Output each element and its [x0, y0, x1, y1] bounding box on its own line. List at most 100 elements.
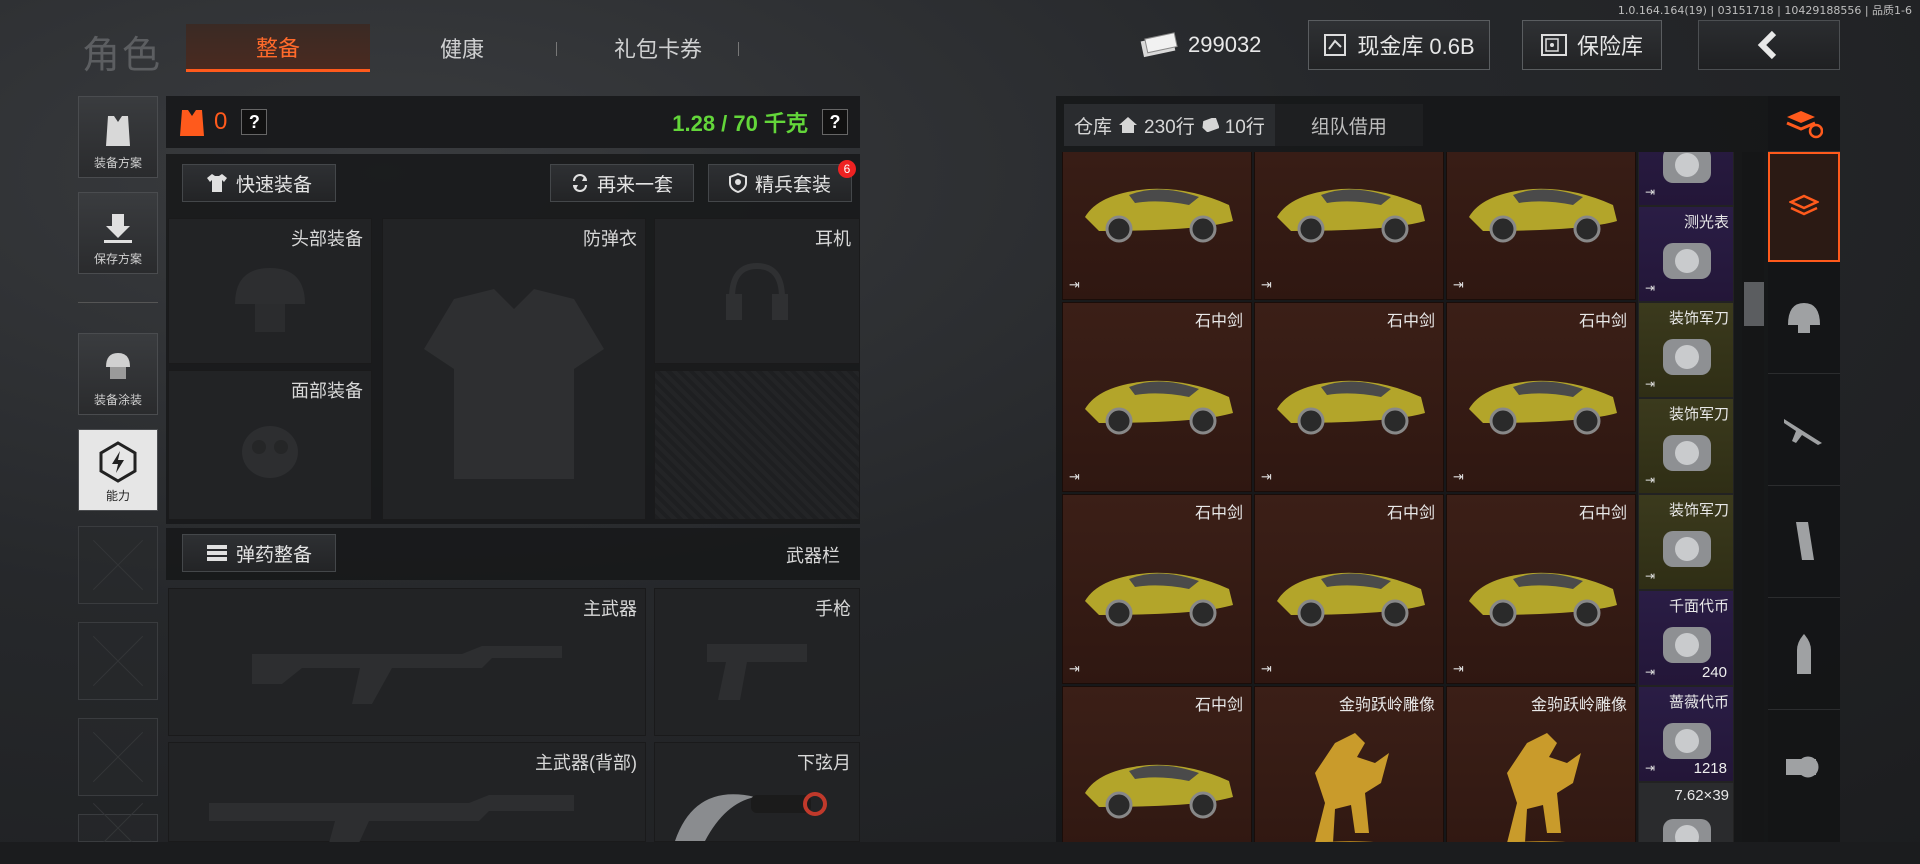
transfer-out-icon: ⇥	[1645, 761, 1656, 775]
rail-ammo[interactable]	[1768, 598, 1840, 710]
back-arrow-icon	[1757, 30, 1777, 60]
rail-helmet[interactable]	[1768, 262, 1840, 374]
safe-button[interactable]: 保险库	[1522, 20, 1662, 70]
tab-warehouse[interactable]: 仓库 230行 10行	[1064, 104, 1275, 146]
item-name: 装饰军刀	[1668, 310, 1729, 327]
body-armor-slot[interactable]: 防弹衣	[382, 218, 646, 520]
equipment-header: 0 ? 1.28 / 70 千克 ?	[166, 96, 860, 148]
warehouse-cell[interactable]: 金驹跃岭雕像⇥	[1254, 686, 1444, 842]
item-name: 装饰军刀	[1668, 502, 1729, 519]
warehouse-side-item[interactable]: 蔷薇代币 ⇥ 1218	[1638, 686, 1734, 782]
earphone-slot[interactable]: 耳机	[654, 218, 860, 364]
rail-attachment[interactable]	[1768, 710, 1840, 822]
bullet-icon	[1797, 633, 1811, 674]
rail-sort[interactable]	[1768, 96, 1840, 152]
gas-mask-icon	[242, 426, 298, 479]
warehouse-side-item[interactable]: 7.62×39⇥	[1638, 782, 1734, 842]
cash-icon	[1140, 32, 1178, 58]
transfer-out-icon: ⇥	[1453, 469, 1464, 484]
sidebar-empty-slot	[78, 814, 158, 842]
ammo-prep-button[interactable]: 弹药整备	[182, 534, 336, 572]
warehouse-side-item[interactable]: 银片手链⇥	[1638, 152, 1734, 206]
all-items-icon	[1789, 194, 1819, 216]
sidebar-item-skins[interactable]: 装备涂装	[78, 333, 158, 415]
weight-display: 1.28 / 70 千克	[672, 111, 808, 136]
item-thumb-icon	[1663, 339, 1711, 375]
rail-rifle[interactable]	[1768, 374, 1840, 486]
sidebar-item-save-plan[interactable]: 保存方案	[78, 192, 158, 274]
rail-magazine[interactable]	[1768, 486, 1840, 598]
again-label: 再来一套	[596, 174, 673, 196]
tab-divider	[556, 42, 557, 56]
ammo-stack-icon	[206, 545, 227, 561]
quick-equip-button[interactable]: 快速装备	[182, 164, 336, 202]
warehouse-cell[interactable]: 金驹跃岭雕像⇥	[1446, 686, 1636, 842]
warehouse-cell[interactable]: 石中剑⇥	[1254, 152, 1444, 300]
warehouse-cell[interactable]: 石中剑⇥	[1254, 494, 1444, 684]
item-thumb-icon	[1663, 152, 1711, 183]
warehouse-side-item[interactable]: 装饰军刀 ⇥	[1638, 494, 1734, 590]
warehouse-cell[interactable]: 石中剑⇥	[1446, 302, 1636, 492]
warehouse-side-item[interactable]: 测光表 ⇥	[1638, 206, 1734, 302]
money-display: 299032	[1140, 20, 1261, 70]
again-button[interactable]: 再来一套	[550, 164, 694, 202]
item-name: 金驹跃岭雕像	[1338, 697, 1435, 714]
transfer-out-icon: ⇥	[1645, 473, 1656, 487]
warehouse-cell[interactable]: 石中剑⇥	[1062, 494, 1252, 684]
warehouse-side-column: 银片手链⇥ 测光表 ⇥ 装饰军刀 ⇥ 装饰军刀 ⇥ 装饰军刀 ⇥ 千面代币 ⇥ 240 蔷薇代币 ⇥ 121…	[1638, 152, 1734, 842]
weight-help-icon[interactable]: ?	[822, 109, 848, 135]
warehouse-cell[interactable]: 石中剑⇥	[1062, 302, 1252, 492]
warehouse-side-item[interactable]: 千面代币 ⇥ 240	[1638, 590, 1734, 686]
sports-car-icon	[1469, 188, 1617, 243]
warehouse-cell[interactable]: 石中剑⇥	[1254, 302, 1444, 492]
empty-slot	[654, 370, 860, 520]
warehouse-cell[interactable]: 石中剑⇥	[1446, 494, 1636, 684]
body-armor-slot-label: 防弹衣	[583, 229, 637, 249]
head-slot[interactable]: 头部装备	[168, 218, 372, 364]
melee-label: 下弦月	[797, 753, 851, 773]
item-quantity: 240	[1701, 664, 1727, 681]
rifle-icon	[1784, 418, 1822, 445]
item-name: 石中剑	[1386, 313, 1435, 330]
pistol-slot[interactable]: 手枪	[654, 588, 860, 736]
earphone-slot-label: 耳机	[815, 229, 851, 249]
armor-count: 0	[214, 108, 228, 135]
transfer-out-icon: ⇥	[1069, 469, 1080, 484]
sidebar-item-loadout-plan[interactable]: 装备方案	[78, 96, 158, 178]
warehouse-side-item[interactable]: 装饰军刀 ⇥	[1638, 302, 1734, 398]
warehouse-cell[interactable]: 石中剑⇥	[1062, 152, 1252, 300]
item-thumb-icon	[1663, 819, 1711, 842]
ammo-prep-label: 弹药整备	[235, 544, 312, 566]
rail-all-items[interactable]	[1768, 152, 1840, 262]
sidebar-item-label: 能力	[105, 489, 130, 503]
warehouse-scroll-thumb[interactable]	[1744, 282, 1764, 326]
warehouse-cell[interactable]: 石中剑⇥	[1446, 152, 1636, 300]
sports-car-icon	[1469, 380, 1617, 435]
sidebar-divider	[78, 302, 158, 303]
primary-weapon-back-slot[interactable]: 主武器(背部)	[168, 742, 646, 843]
transfer-out-icon: ⇥	[1453, 277, 1464, 292]
tab-gift-coupons[interactable]: 礼包卡券	[566, 24, 750, 72]
sidebar-item-ability[interactable]: 能力	[78, 429, 158, 511]
golden-horse-statue-icon	[1507, 733, 1581, 842]
pistol-label: 手枪	[815, 599, 851, 619]
back-button[interactable]	[1698, 20, 1840, 70]
warehouse-side-item[interactable]: 装饰军刀 ⇥	[1638, 398, 1734, 494]
armor-help-icon[interactable]: ?	[241, 109, 268, 135]
warehouse-scrollbar[interactable]	[1742, 152, 1764, 842]
elite-set-button[interactable]: 精兵套装	[708, 164, 852, 202]
tab-health[interactable]: 健康	[384, 24, 540, 72]
face-slot[interactable]: 面部装备	[168, 370, 372, 520]
head-slot-label: 头部装备	[291, 229, 363, 249]
sort-layers-icon	[1786, 110, 1823, 138]
item-thumb-icon	[1663, 243, 1711, 279]
item-name: 石中剑	[1194, 697, 1243, 714]
tab-team-borrow[interactable]: 组队借用	[1274, 104, 1423, 146]
cash-vault-button[interactable]: 现金库 0.6B	[1308, 20, 1490, 70]
melee-slot[interactable]: 下弦月	[654, 742, 860, 842]
sidebar-item-label: 装备方案	[93, 156, 142, 170]
warehouse-cell[interactable]: 石中剑⇥	[1062, 686, 1252, 842]
version-text: 1.0.164.164(19) | 03151718 | 10429188556…	[1617, 4, 1912, 17]
primary-weapon-slot[interactable]: 主武器	[168, 588, 646, 736]
tab-gear[interactable]: 整备	[186, 24, 370, 72]
